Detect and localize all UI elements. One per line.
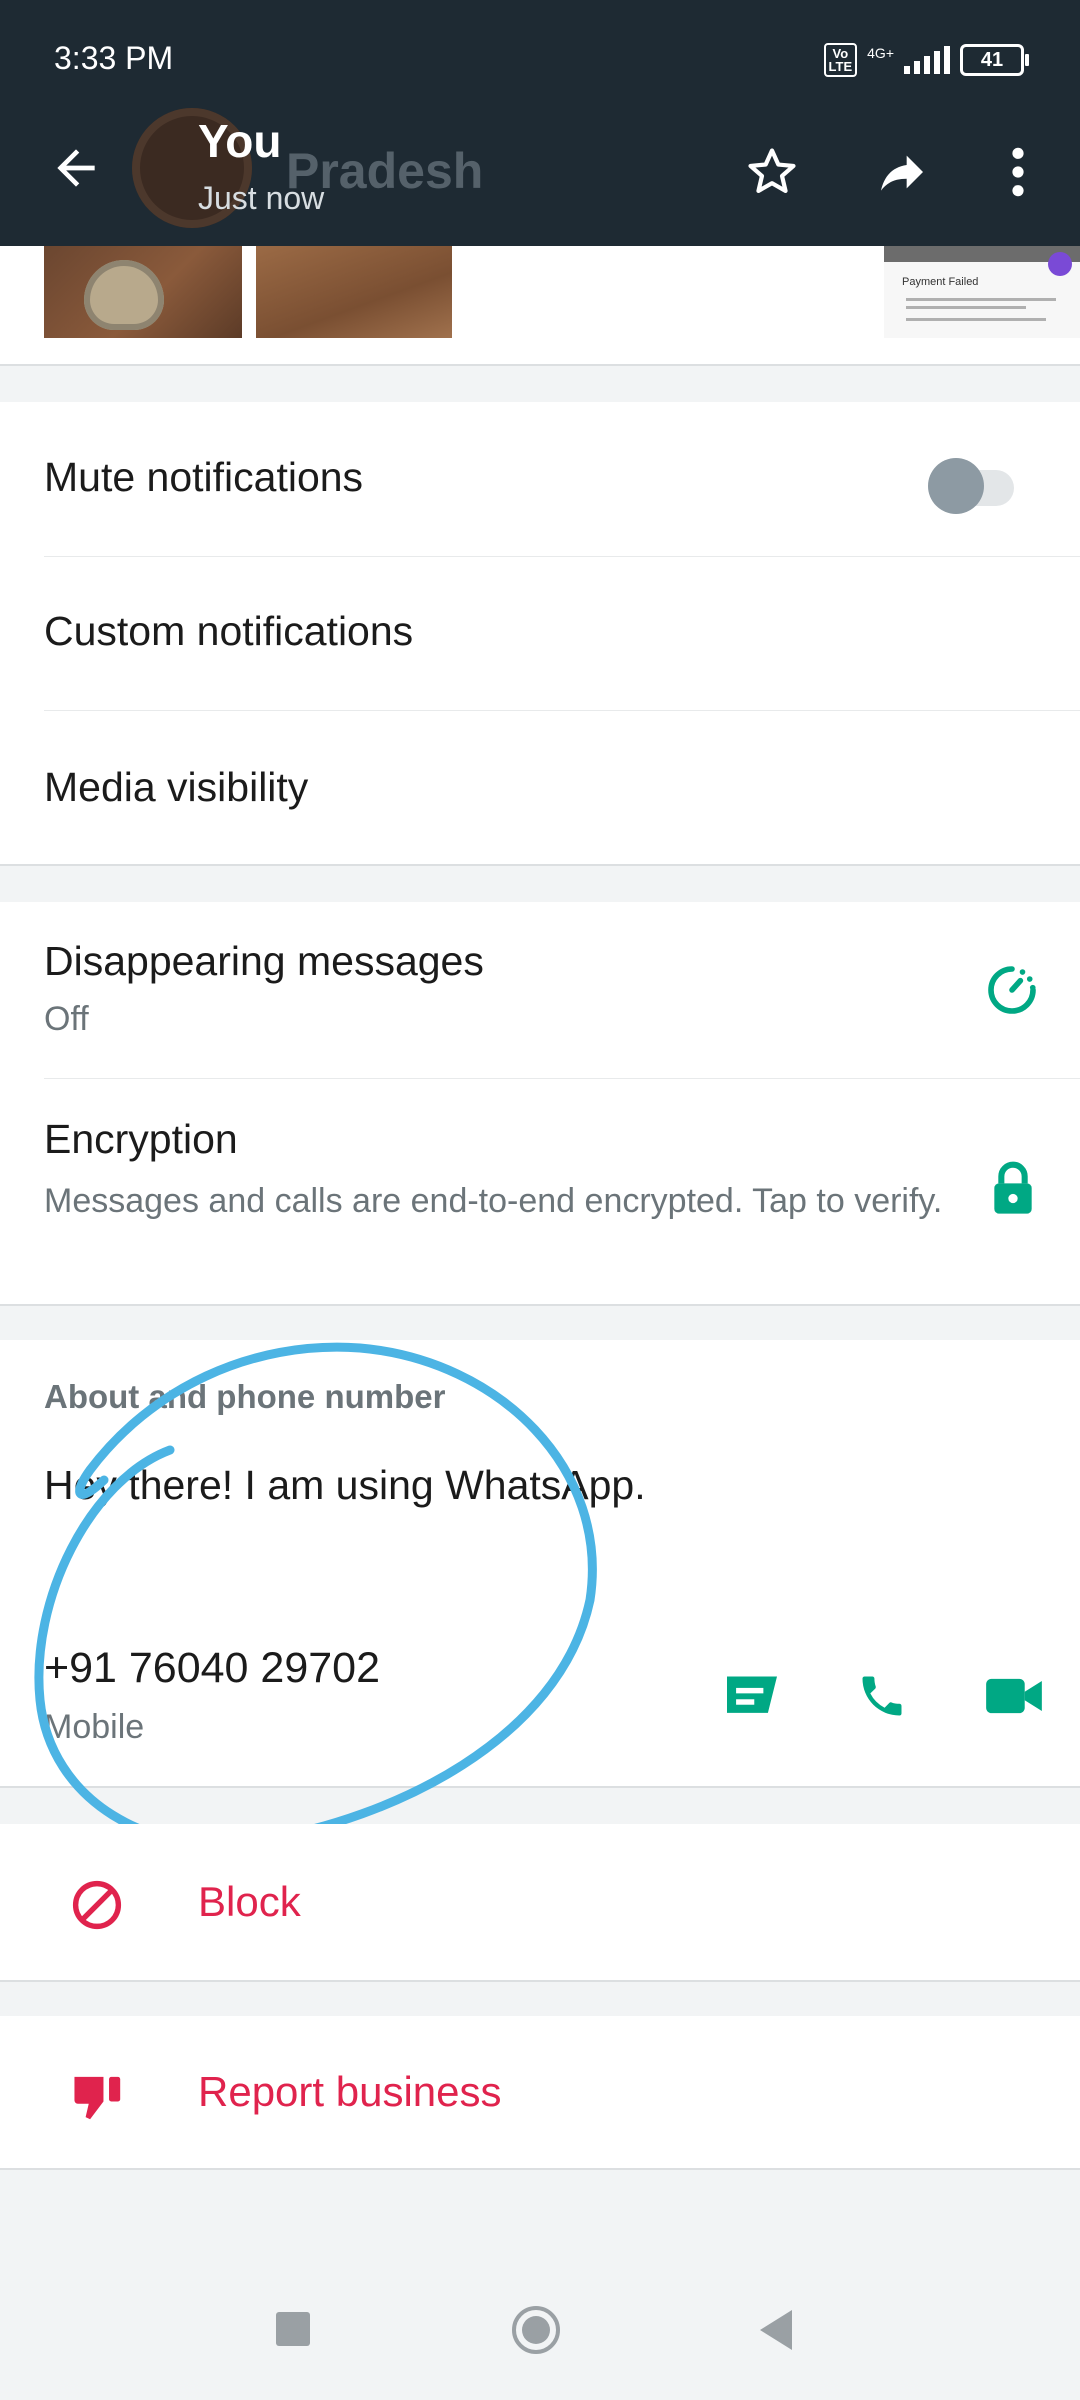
- document-thumbnail[interactable]: Payment Failed: [884, 246, 1080, 338]
- message-icon[interactable]: [722, 1672, 782, 1722]
- star-icon[interactable]: [744, 144, 800, 200]
- block-card[interactable]: Block: [0, 1824, 1080, 1982]
- more-options-icon[interactable]: [1008, 144, 1028, 200]
- encryption-label[interactable]: Encryption: [44, 1116, 238, 1163]
- section-title: About and phone number: [44, 1378, 446, 1415]
- contact-name: You: [198, 115, 282, 167]
- report-business-label[interactable]: Report business: [198, 2068, 502, 2116]
- notification-settings-card: Mute notifications Custom notifications …: [0, 402, 1080, 866]
- document-title: Payment Failed: [902, 276, 979, 288]
- media-strip: Payment Failed: [0, 246, 1080, 366]
- video-call-icon[interactable]: [984, 1674, 1044, 1718]
- phone-type: Mobile: [44, 1708, 145, 1746]
- forward-icon[interactable]: [872, 144, 932, 200]
- mute-toggle-thumb[interactable]: [928, 458, 984, 514]
- media-visibility-label[interactable]: Media visibility: [44, 764, 308, 811]
- network-type: 4G+: [867, 45, 894, 61]
- encryption-description: Messages and calls are end-to-end encryp…: [44, 1182, 943, 1220]
- badge-icon: [1048, 252, 1072, 276]
- report-card[interactable]: Report business: [0, 2016, 1080, 2170]
- recents-nav-button[interactable]: [276, 2312, 310, 2346]
- thumbs-down-icon: [74, 2076, 121, 2120]
- home-nav-button-inner[interactable]: [522, 2316, 550, 2344]
- timer-icon: [988, 966, 1036, 1014]
- mute-notifications-label[interactable]: Mute notifications: [44, 454, 363, 501]
- last-seen-status: Just now: [198, 180, 325, 216]
- phone-number[interactable]: +91 76040 29702: [44, 1644, 380, 1693]
- volte-icon: Vo LTE: [823, 43, 858, 77]
- voice-call-icon[interactable]: [856, 1670, 908, 1722]
- signal-icon: [904, 46, 950, 74]
- battery-icon: 41: [960, 44, 1029, 76]
- status-icons: Vo LTE 4G+ 41: [823, 40, 1029, 80]
- block-icon: [72, 1880, 122, 1930]
- media-thumbnail[interactable]: [256, 246, 452, 338]
- custom-notifications-label[interactable]: Custom notifications: [44, 608, 413, 655]
- media-thumbnail[interactable]: [44, 246, 242, 338]
- about-text: Hey there! I am using WhatsApp.: [44, 1462, 646, 1508]
- status-time: 3:33 PM: [54, 40, 174, 76]
- disappearing-messages-label[interactable]: Disappearing messages: [44, 938, 484, 985]
- back-nav-button[interactable]: [760, 2310, 792, 2350]
- privacy-card: Disappearing messages Off Encryption Mes…: [0, 902, 1080, 1306]
- lock-icon: [994, 1161, 1032, 1214]
- block-label[interactable]: Block: [198, 1878, 301, 1926]
- disappearing-messages-value: Off: [44, 1000, 89, 1038]
- back-arrow-icon[interactable]: [48, 140, 104, 196]
